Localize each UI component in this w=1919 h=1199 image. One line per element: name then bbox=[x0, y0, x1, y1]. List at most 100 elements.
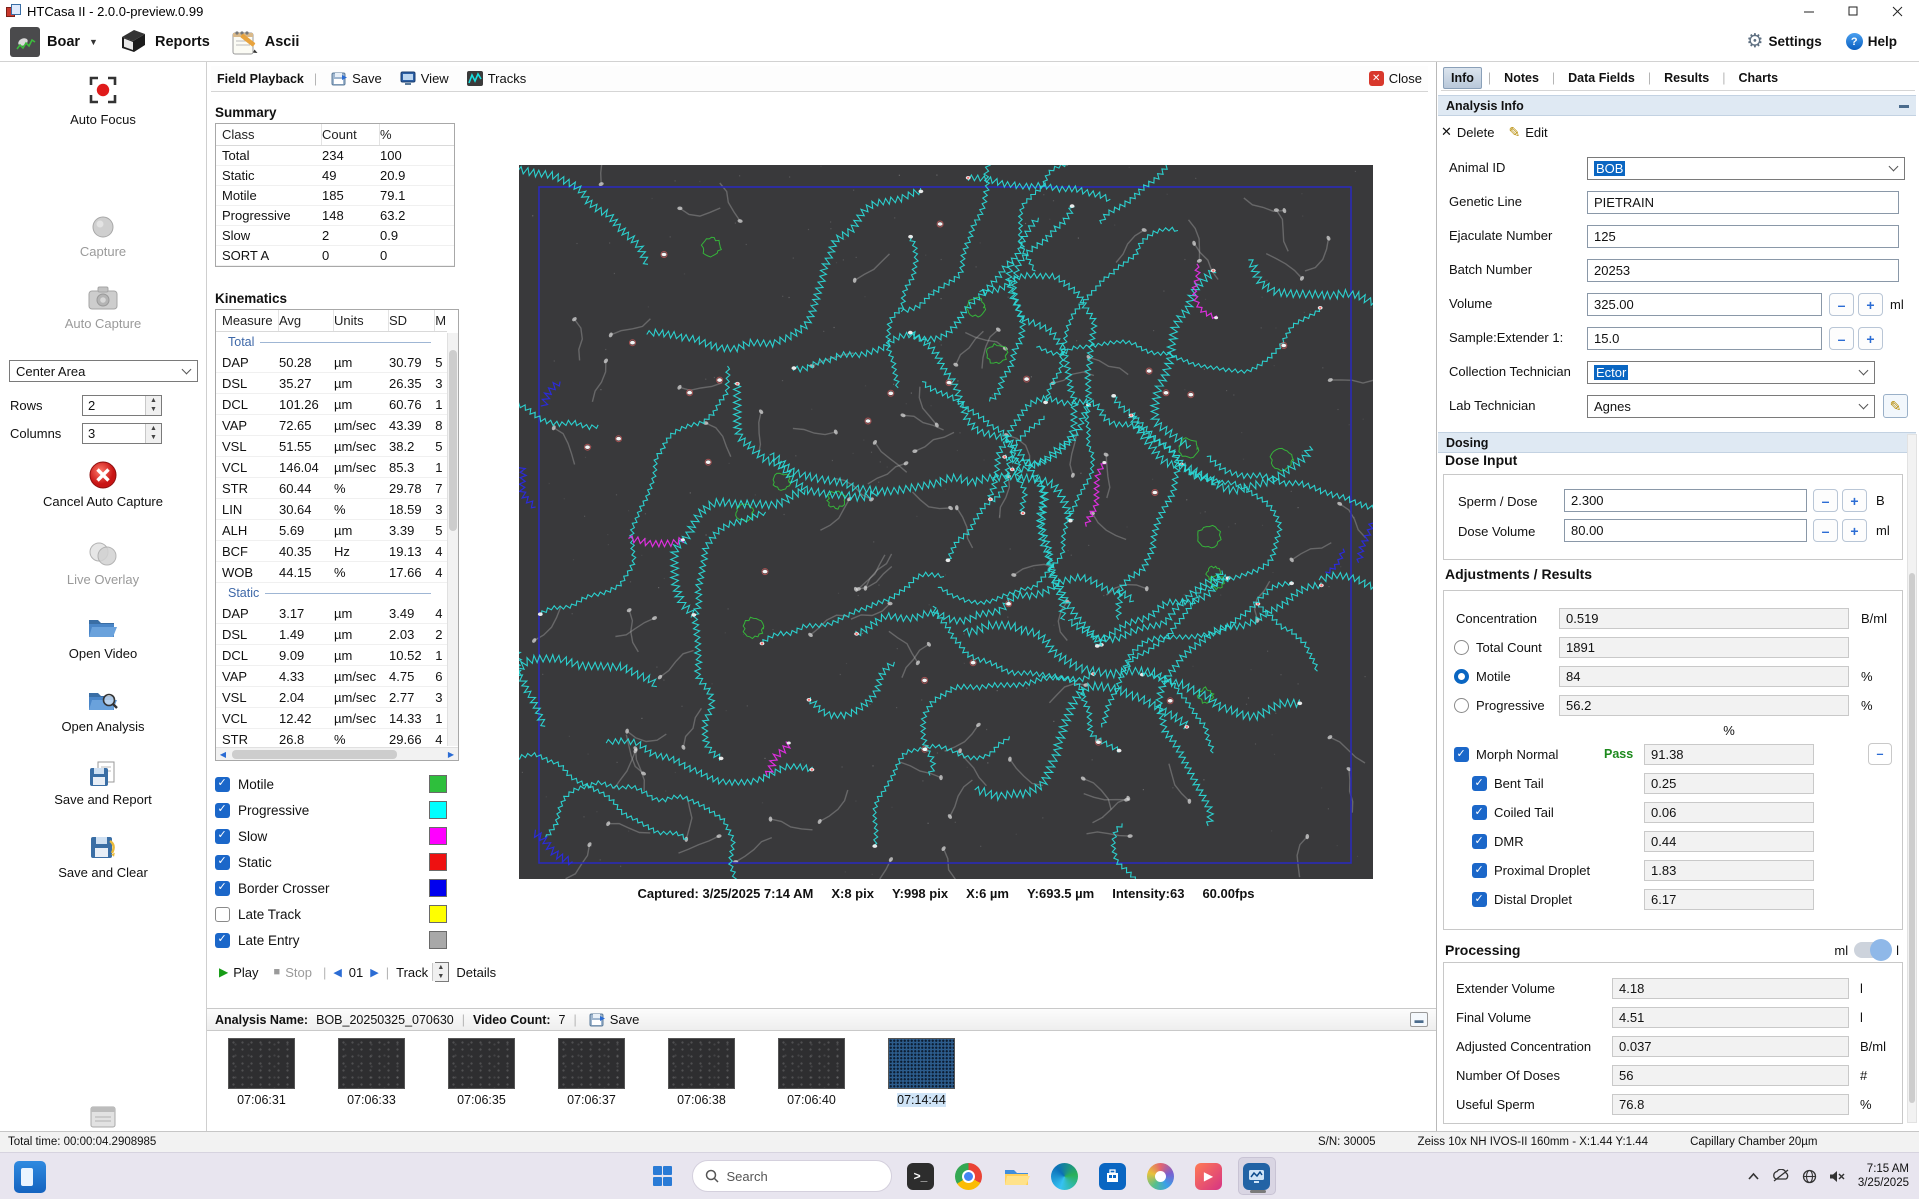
taskbar-icon-terminal[interactable]: >_ bbox=[902, 1157, 940, 1195]
thumbnail-image[interactable] bbox=[558, 1038, 625, 1089]
field-close-button[interactable]: ✕ Close bbox=[1369, 71, 1422, 86]
scrollbar-thumb[interactable] bbox=[449, 350, 457, 532]
taskbar-icon-media-player[interactable]: ▶ bbox=[1190, 1157, 1228, 1195]
details-button[interactable]: Details bbox=[456, 965, 496, 980]
morph-collapse-button[interactable]: – bbox=[1868, 743, 1892, 765]
open-analysis-button[interactable]: Open Analysis bbox=[0, 687, 206, 734]
close-button[interactable] bbox=[1875, 0, 1919, 22]
taskbar-icon-photos[interactable] bbox=[1142, 1157, 1180, 1195]
proximal-droplet-checkbox[interactable] bbox=[1472, 863, 1487, 878]
sample-extender-1-input[interactable]: 15.0 bbox=[1587, 327, 1822, 350]
field-save-button[interactable]: Save bbox=[327, 69, 386, 88]
thumbnail-image[interactable] bbox=[778, 1038, 845, 1089]
video-display[interactable] bbox=[519, 165, 1373, 879]
tab-charts[interactable]: Charts bbox=[1732, 68, 1786, 88]
checkbox-progressive[interactable] bbox=[215, 803, 230, 818]
morph-normal-checkbox[interactable] bbox=[1454, 747, 1469, 762]
search-input[interactable]: Search bbox=[692, 1160, 892, 1192]
stop-button[interactable]: ■Stop bbox=[270, 963, 316, 982]
save-and-report-button[interactable]: Save and Report bbox=[0, 760, 206, 807]
scrollbar-thumb[interactable] bbox=[232, 750, 397, 759]
sample-extender-1-increment[interactable]: + bbox=[1858, 327, 1883, 350]
checkbox-late-entry[interactable] bbox=[215, 933, 230, 948]
field-tracks-button[interactable]: Tracks bbox=[463, 69, 531, 88]
dose-volume-decrement[interactable]: – bbox=[1813, 519, 1838, 542]
genetic-line-input[interactable]: PIETRAIN bbox=[1587, 191, 1899, 214]
thumbnail-07-06-35[interactable]: 07:06:35 bbox=[448, 1038, 515, 1131]
thumbnail-07-06-40[interactable]: 07:06:40 bbox=[778, 1038, 845, 1131]
lab-technician-combo[interactable]: Agnes bbox=[1587, 395, 1875, 418]
capture-button[interactable]: Capture bbox=[0, 214, 206, 259]
sperm-dose-decrement[interactable]: – bbox=[1813, 489, 1838, 512]
open-video-button[interactable]: Open Video bbox=[0, 614, 206, 661]
scroll-right-arrow[interactable]: ▶ bbox=[444, 750, 458, 759]
start-button[interactable] bbox=[644, 1157, 682, 1195]
thumbnail-07-06-37[interactable]: 07:06:37 bbox=[558, 1038, 625, 1131]
motile-radio[interactable] bbox=[1454, 669, 1469, 684]
batch-number-input[interactable]: 20253 bbox=[1587, 259, 1899, 282]
collapse-icon[interactable]: ▬ bbox=[1899, 100, 1908, 111]
volume-increment[interactable]: + bbox=[1858, 293, 1883, 316]
reports-button[interactable]: Reports bbox=[108, 25, 220, 58]
taskbar-icon-file-explorer[interactable] bbox=[998, 1157, 1036, 1195]
auto-focus-button[interactable]: Auto Focus bbox=[0, 72, 206, 127]
sperm-dose-increment[interactable]: + bbox=[1842, 489, 1867, 512]
ejaculate-number-input[interactable]: 125 bbox=[1587, 225, 1899, 248]
thumbnail-image[interactable] bbox=[888, 1038, 955, 1089]
delete-button[interactable]: ✕Delete bbox=[1441, 124, 1494, 140]
previous-frame-button[interactable]: ◀ bbox=[333, 966, 341, 979]
rows-stepper[interactable]: 2 ▲▼ bbox=[82, 395, 162, 416]
cancel-auto-capture-button[interactable]: Cancel Auto Capture bbox=[0, 460, 206, 509]
sperm-dose-input[interactable]: 2.300 bbox=[1564, 489, 1807, 512]
volume-muted-icon[interactable] bbox=[1829, 1170, 1846, 1183]
area-select-combo[interactable]: Center Area bbox=[9, 360, 198, 382]
dose-volume-input[interactable]: 80.00 bbox=[1564, 519, 1807, 542]
play-button[interactable]: ▶Play bbox=[215, 963, 263, 982]
thumbnail-image[interactable] bbox=[338, 1038, 405, 1089]
collection-technician-combo[interactable]: Ector bbox=[1587, 361, 1875, 384]
checkbox-late-track[interactable] bbox=[215, 907, 230, 922]
video-canvas[interactable] bbox=[519, 165, 1373, 879]
field-view-button[interactable]: View bbox=[396, 69, 453, 88]
tab-results[interactable]: Results bbox=[1657, 68, 1716, 88]
tab-data-fields[interactable]: Data Fields bbox=[1561, 68, 1642, 88]
kinematics-vertical-scrollbar[interactable] bbox=[447, 333, 458, 746]
taskbar-icon-chrome[interactable] bbox=[950, 1157, 988, 1195]
checkbox-static[interactable] bbox=[215, 855, 230, 870]
coiled-tail-checkbox[interactable] bbox=[1472, 805, 1487, 820]
scrollbar-thumb[interactable] bbox=[1909, 573, 1915, 1103]
hidden-icons-chevron[interactable] bbox=[1747, 1172, 1760, 1181]
bent-tail-checkbox[interactable] bbox=[1472, 776, 1487, 791]
boar-button[interactable]: Boar ▼ bbox=[0, 24, 108, 60]
minimize-button[interactable] bbox=[1787, 0, 1831, 22]
analysis-save-button[interactable]: Save bbox=[585, 1010, 644, 1029]
distal-droplet-checkbox[interactable] bbox=[1472, 892, 1487, 907]
panel-minimize-button[interactable]: ▬ bbox=[1410, 1012, 1428, 1027]
onedrive-icon[interactable] bbox=[1772, 1169, 1790, 1183]
network-icon[interactable] bbox=[1802, 1169, 1817, 1184]
thumbnail-07-06-31[interactable]: 07:06:31 bbox=[228, 1038, 295, 1131]
thumbnail-07-06-38[interactable]: 07:06:38 bbox=[668, 1038, 735, 1131]
progressive-radio[interactable] bbox=[1454, 698, 1469, 713]
thumbnail-07-06-33[interactable]: 07:06:33 bbox=[338, 1038, 405, 1131]
thumbnail-07-14-44[interactable]: 07:14:44 bbox=[888, 1038, 955, 1131]
dose-volume-increment[interactable]: + bbox=[1842, 519, 1867, 542]
kinematics-horizontal-scrollbar[interactable]: ◀ ▶ bbox=[216, 747, 458, 760]
columns-spin-arrows[interactable]: ▲▼ bbox=[145, 424, 161, 443]
scroll-left-arrow[interactable]: ◀ bbox=[216, 750, 230, 759]
track-stepper[interactable]: 0 ▲▼ bbox=[435, 962, 449, 982]
edit-button[interactable]: ✎Edit bbox=[1508, 124, 1547, 141]
volume-decrement[interactable]: – bbox=[1829, 293, 1854, 316]
thumbnail-image[interactable] bbox=[668, 1038, 735, 1089]
animal-id-combo[interactable]: BOB bbox=[1587, 157, 1905, 180]
tab-info[interactable]: Info bbox=[1443, 67, 1482, 89]
total-count-radio[interactable] bbox=[1454, 640, 1469, 655]
track-spin-arrows[interactable]: ▲▼ bbox=[432, 963, 448, 981]
volume-input[interactable]: 325.00 bbox=[1587, 293, 1822, 316]
taskbar-icon-edge[interactable] bbox=[1046, 1157, 1084, 1195]
save-and-clear-button[interactable]: Save and Clear bbox=[0, 833, 206, 880]
taskbar-clock[interactable]: 7:15 AM 3/25/2025 bbox=[1858, 1162, 1909, 1191]
boar-dropdown-caret[interactable]: ▼ bbox=[89, 37, 98, 47]
unit-toggle[interactable] bbox=[1854, 942, 1890, 958]
taskbar-icon-htcasa[interactable] bbox=[1238, 1157, 1276, 1195]
